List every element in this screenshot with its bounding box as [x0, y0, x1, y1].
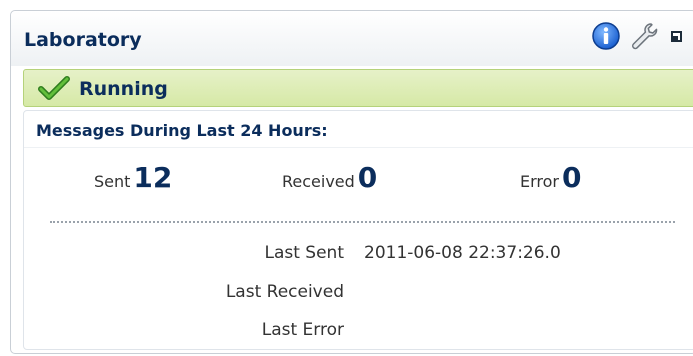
- error-count: Error 0: [520, 161, 581, 194]
- received-count: Received 0: [282, 161, 377, 194]
- dotted-separator: [50, 221, 675, 223]
- sent-value: 12: [133, 161, 173, 194]
- sent-label: Sent: [94, 172, 131, 191]
- panel-header: Laboratory: [11, 11, 693, 66]
- error-label: Error: [520, 172, 559, 191]
- status-bar: Running: [23, 69, 693, 107]
- error-value: 0: [562, 161, 582, 194]
- messages-title: Messages During Last 24 Hours:: [36, 121, 328, 140]
- info-icon[interactable]: [591, 21, 621, 51]
- header-toolbar: [591, 21, 682, 51]
- laboratory-panel: Laboratory Running Messages During Last …: [10, 10, 693, 354]
- last-sent-value: 2011-06-08 22:37:26.0: [364, 243, 561, 263]
- check-icon: [38, 76, 70, 104]
- last-error-row: Last Error: [24, 320, 693, 344]
- last-received-row: Last Received: [24, 282, 693, 306]
- divider: [24, 147, 693, 148]
- received-label: Received: [282, 172, 355, 191]
- panel-title: Laboratory: [24, 29, 142, 51]
- wrench-icon[interactable]: [629, 21, 659, 51]
- last-sent-label: Last Sent: [264, 243, 344, 263]
- messages-section: Messages During Last 24 Hours: Sent 12 R…: [23, 110, 693, 350]
- maximize-icon[interactable]: [671, 30, 682, 42]
- last-sent-row: Last Sent 2011-06-08 22:37:26.0: [24, 243, 693, 267]
- last-received-label: Last Received: [225, 282, 344, 302]
- received-value: 0: [357, 161, 378, 194]
- sent-count: Sent 12: [94, 161, 172, 194]
- last-error-label: Last Error: [261, 320, 344, 340]
- status-text: Running: [79, 78, 168, 100]
